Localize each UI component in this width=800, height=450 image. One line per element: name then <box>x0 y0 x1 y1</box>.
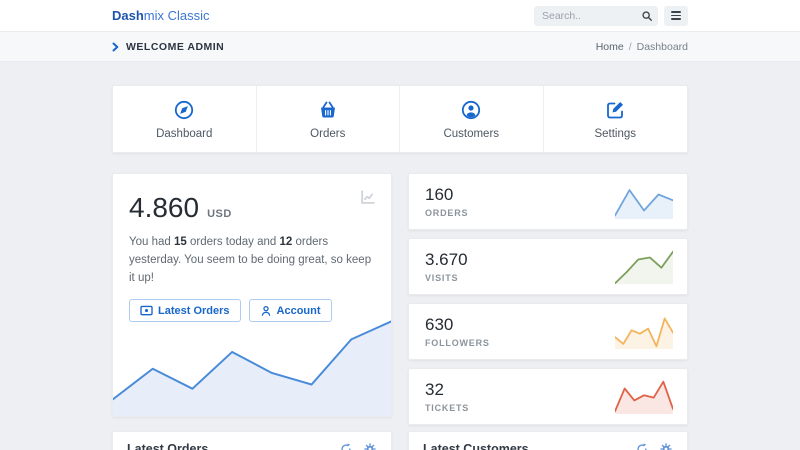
earnings-description: You had 15 orders today and 12 orders ye… <box>129 234 375 287</box>
refresh-button[interactable] <box>339 442 353 450</box>
followers-sparkline-chart <box>615 315 673 349</box>
stat-label: ORDERS <box>425 208 468 218</box>
bottom-panels-row: Latest Orders <box>112 431 688 450</box>
latest-customers-panel: Latest Customers <box>408 431 688 450</box>
panel-header: Latest Orders <box>113 432 391 450</box>
stats-row: 4.860 USD You had 15 orders today and 12… <box>112 173 688 425</box>
basket-icon <box>317 99 339 121</box>
header-actions <box>534 6 688 26</box>
chart-icon <box>359 188 377 206</box>
stat-label: TICKETS <box>425 403 469 413</box>
orders-sparkline-chart <box>615 185 673 219</box>
breadcrumb-bar: WELCOME ADMIN Home / Dashboard <box>0 32 800 62</box>
search-box <box>534 6 658 26</box>
stat-card-orders[interactable]: 160 ORDERS <box>408 173 688 230</box>
stat-card-visits[interactable]: 3.670 VISITS <box>408 238 688 295</box>
tab-dashboard[interactable]: Dashboard <box>113 86 257 152</box>
panel-actions <box>339 442 377 450</box>
refresh-icon <box>340 443 352 450</box>
gear-icon <box>364 443 376 450</box>
hamburger-menu-button[interactable] <box>664 6 688 26</box>
panel-title: Latest Customers <box>423 442 529 450</box>
stat-card-followers[interactable]: 630 FOLLOWERS <box>408 303 688 360</box>
page-heading: WELCOME ADMIN <box>126 41 224 53</box>
stat-card-tickets[interactable]: 32 TICKETS <box>408 368 688 425</box>
earnings-card: 4.860 USD You had 15 orders today and 12… <box>112 173 392 417</box>
chevron-right-icon <box>112 42 119 52</box>
stat-value: 630 <box>425 315 490 335</box>
refresh-button[interactable] <box>635 442 649 450</box>
latest-orders-panel: Latest Orders <box>112 431 392 450</box>
gear-icon <box>660 443 672 450</box>
tab-label: Dashboard <box>156 128 212 140</box>
search-icon <box>641 10 653 22</box>
visits-sparkline-chart <box>615 250 673 284</box>
stat-label: VISITS <box>425 273 468 283</box>
settings-button[interactable] <box>363 442 377 450</box>
stat-label: FOLLOWERS <box>425 338 490 348</box>
earnings-currency: USD <box>207 208 232 220</box>
person-circle-icon <box>460 99 482 121</box>
refresh-icon <box>636 443 648 450</box>
tab-label: Customers <box>443 128 499 140</box>
page-heading-group: WELCOME ADMIN <box>112 41 224 53</box>
stat-cards-column: 160 ORDERS 3.670 VISITS 630 FOLLOWERS <box>408 173 688 425</box>
edit-icon <box>604 99 626 121</box>
tickets-sparkline-chart <box>615 380 673 414</box>
breadcrumb-separator: / <box>629 41 632 53</box>
breadcrumb-home-link[interactable]: Home <box>596 41 624 53</box>
earnings-amount: 4.860 <box>129 192 199 224</box>
stat-value: 3.670 <box>425 250 468 270</box>
tab-orders[interactable]: Orders <box>257 86 401 152</box>
search-button[interactable] <box>636 6 658 26</box>
search-input[interactable] <box>534 10 636 22</box>
settings-button[interactable] <box>659 442 673 450</box>
brand-logo-bold: Dash <box>112 8 144 23</box>
hamburger-icon <box>671 11 681 13</box>
brand-logo[interactable]: Dashmix Classic <box>112 8 210 23</box>
quick-nav-tabs: Dashboard Orders Customers <box>112 85 688 153</box>
main-content: Dashboard Orders Customers <box>0 62 800 450</box>
compass-icon <box>173 99 195 121</box>
panel-actions <box>635 442 673 450</box>
brand-logo-rest: mix Classic <box>144 8 210 23</box>
top-header: Dashmix Classic <box>0 0 800 32</box>
panel-title: Latest Orders <box>127 442 208 450</box>
tab-customers[interactable]: Customers <box>400 86 544 152</box>
tab-label: Settings <box>594 128 636 140</box>
panel-header: Latest Customers <box>409 432 687 450</box>
stat-value: 160 <box>425 185 468 205</box>
tab-settings[interactable]: Settings <box>544 86 688 152</box>
tab-label: Orders <box>310 128 345 140</box>
breadcrumb-current: Dashboard <box>637 41 688 53</box>
earnings-area-chart <box>113 311 391 416</box>
stat-value: 32 <box>425 380 469 400</box>
breadcrumb: Home / Dashboard <box>596 41 688 53</box>
